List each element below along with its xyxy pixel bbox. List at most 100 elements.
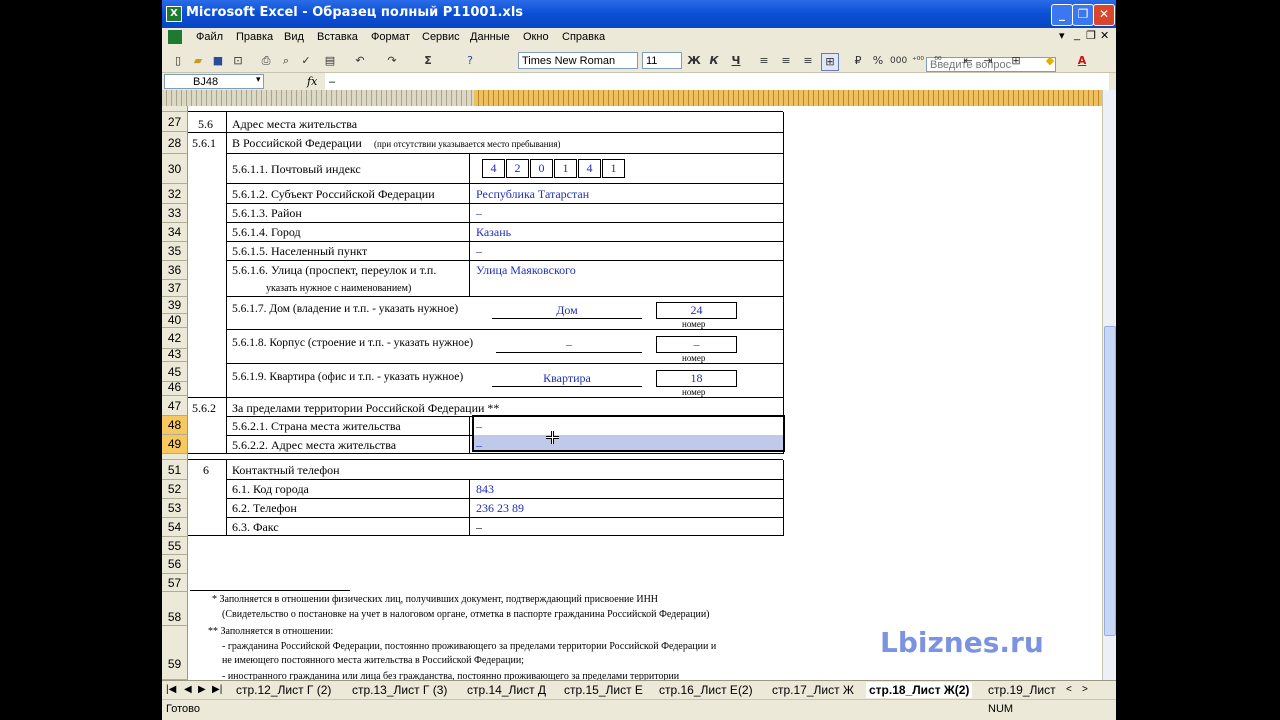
row-header[interactable]: 28 [162, 132, 188, 154]
subject-value[interactable]: Республика Татарстан [476, 187, 589, 202]
align-left-icon[interactable]: ≡ [756, 53, 772, 69]
row-header-selected[interactable]: 49 [162, 435, 188, 454]
print-icon[interactable]: ⎙ [258, 53, 274, 69]
name-box-dropdown-icon[interactable]: ▾ [256, 75, 261, 85]
menu-help[interactable]: Справка [562, 31, 605, 43]
increase-decimal-button[interactable]: ⁺⁰⁰ [910, 53, 926, 69]
doc-restore-icon[interactable]: ❐ [1086, 29, 1096, 42]
row-header[interactable]: 39 [162, 297, 188, 314]
formula-input[interactable]: – [325, 73, 1109, 91]
new-icon[interactable]: ▯ [170, 53, 186, 69]
borders-icon[interactable]: ⊞ [1008, 53, 1024, 69]
bold-button[interactable]: Ж [686, 53, 702, 69]
worksheet-grid[interactable]: 27 28 30 32 33 34 35 36 37 39 40 42 43 4… [162, 106, 1102, 680]
menu-file[interactable]: Файл [196, 31, 223, 43]
postal-digit-field[interactable]: 4 [482, 159, 505, 178]
spelling-icon[interactable]: ✓ [298, 53, 314, 69]
house-type-value[interactable]: Дом [492, 303, 642, 319]
locality-value[interactable]: – [476, 244, 482, 259]
corpus-number-field[interactable]: – [656, 336, 737, 353]
row-header[interactable]: 42 [162, 328, 188, 349]
postal-digit-field[interactable]: 0 [530, 159, 553, 178]
merge-center-icon[interactable]: ⊞ [821, 53, 839, 71]
row-header[interactable]: 45 [162, 362, 188, 382]
flat-type-value[interactable]: Квартира [492, 371, 642, 387]
menu-data[interactable]: Данные [470, 31, 510, 43]
row-header[interactable]: 27 [162, 112, 188, 132]
row-header[interactable]: 40 [162, 314, 188, 328]
menu-edit[interactable]: Правка [236, 31, 273, 43]
district-value[interactable]: – [476, 206, 482, 221]
row-header[interactable]: 52 [162, 480, 188, 499]
row-header[interactable]: 54 [162, 518, 188, 537]
autosum-icon[interactable]: Σ [420, 53, 436, 69]
postal-digit-field[interactable]: 1 [602, 159, 625, 178]
doc-close-icon[interactable]: ✕ [1100, 29, 1109, 42]
font-name-select[interactable]: Times New Roman [518, 52, 638, 69]
close-button[interactable]: ✕ [1093, 4, 1115, 26]
thousands-button[interactable]: 000 [890, 53, 907, 69]
tab-scroll-right-icon[interactable]: > [1082, 682, 1088, 698]
menu-window[interactable]: Окно [523, 31, 549, 43]
vertical-scrollbar[interactable] [1102, 90, 1116, 680]
preview-icon[interactable]: ⌕ [278, 53, 294, 69]
row-header[interactable]: 56 [162, 555, 188, 574]
decrease-indent-icon[interactable]: ⇤ [960, 53, 976, 69]
sheet-tab[interactable]: стр.15_Лист Е [564, 682, 643, 698]
row-header[interactable]: 46 [162, 381, 188, 396]
row-header[interactable]: 33 [162, 204, 188, 223]
align-right-icon[interactable]: ≡ [800, 53, 816, 69]
currency-icon[interactable]: ₽ [850, 53, 866, 69]
sheet-tab[interactable]: стр.14_Лист Д [467, 682, 546, 698]
postal-digit-field[interactable]: 1 [554, 159, 577, 178]
flat-number-field[interactable]: 18 [656, 370, 737, 387]
sheet-tab[interactable]: стр.17_Лист Ж [772, 682, 854, 698]
row-header[interactable]: 32 [162, 184, 188, 204]
paste-icon[interactable]: ▤ [322, 53, 338, 69]
row-header[interactable]: 36 [162, 261, 188, 280]
row-header[interactable]: 53 [162, 499, 188, 518]
doc-icon[interactable] [168, 30, 182, 44]
row-header[interactable]: 30 [162, 154, 188, 184]
next-sheet-icon[interactable]: ▶ [198, 682, 206, 698]
menu-format[interactable]: Формат [371, 31, 410, 43]
sheet-tab[interactable]: стр.19_Лист [988, 682, 1056, 698]
minimize-button[interactable]: _ [1051, 4, 1073, 26]
decrease-decimal-button[interactable]: ⁰⁰ [930, 53, 946, 69]
row-header[interactable]: 47 [162, 396, 188, 416]
align-center-icon[interactable]: ≡ [778, 53, 794, 69]
address-value[interactable]: – [476, 438, 482, 453]
undo-icon[interactable]: ↶ [352, 53, 368, 69]
postal-digit-field[interactable]: 2 [506, 159, 529, 178]
ask-dropdown-icon[interactable]: ▾ [1059, 29, 1065, 42]
fill-color-icon[interactable]: ◆ [1042, 53, 1058, 69]
percent-button[interactable]: % [870, 53, 886, 69]
city-code-value[interactable]: 843 [476, 482, 494, 497]
redo-icon[interactable]: ↷ [384, 53, 400, 69]
open-icon[interactable]: ▰ [190, 53, 206, 69]
sheet-tab[interactable]: стр.13_Лист Г (3) [352, 682, 447, 698]
permission-icon[interactable]: ⊡ [230, 53, 246, 69]
scrollbar-thumb[interactable] [1104, 326, 1116, 636]
prev-sheet-icon[interactable]: ◀ [184, 682, 192, 698]
excel-app-icon[interactable]: X [166, 6, 182, 22]
house-number-field[interactable]: 24 [656, 302, 737, 319]
postal-digit-field[interactable]: 4 [578, 159, 601, 178]
menu-tools[interactable]: Сервис [422, 31, 460, 43]
doc-minimize-icon[interactable]: _ [1074, 29, 1080, 41]
font-color-button[interactable]: A [1074, 53, 1090, 69]
underline-button[interactable]: Ч [728, 53, 744, 69]
first-sheet-icon[interactable]: |◀ [166, 682, 176, 698]
column-headers[interactable] [162, 90, 1102, 107]
row-header-selected[interactable]: 48 [162, 416, 188, 435]
selection-border[interactable] [472, 415, 785, 452]
last-sheet-icon[interactable]: ▶| [212, 682, 222, 698]
menu-view[interactable]: Вид [284, 31, 304, 43]
row-header[interactable]: 55 [162, 537, 188, 555]
row-header[interactable]: 43 [162, 348, 188, 362]
tab-scroll-left-icon[interactable]: < [1066, 682, 1072, 698]
fax-value[interactable]: – [476, 520, 482, 535]
row-header[interactable]: 51 [162, 460, 188, 480]
font-size-select[interactable]: 11 [642, 52, 682, 69]
row-header[interactable]: 37 [162, 280, 188, 297]
